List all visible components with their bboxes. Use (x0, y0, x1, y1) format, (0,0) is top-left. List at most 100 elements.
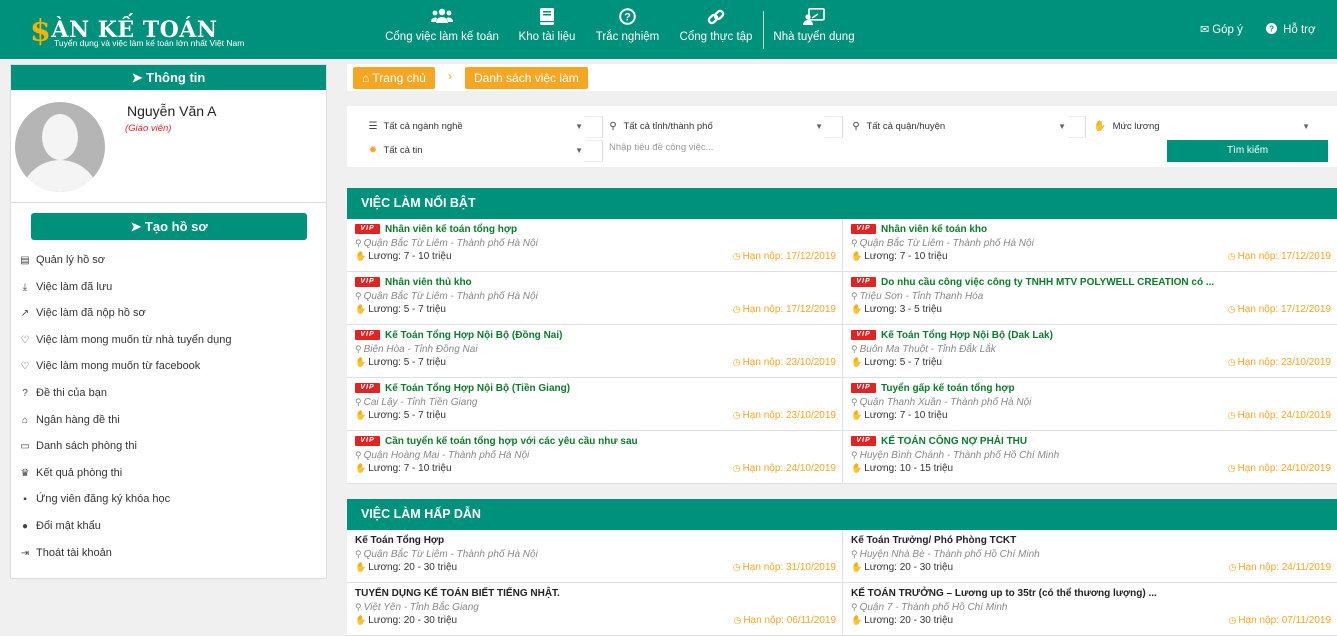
job-deadline: ◷ Hạn nộp: 17/12/2019 (1227, 251, 1331, 262)
breadcrumb-current[interactable]: Danh sách việc làm (465, 67, 588, 89)
clock-icon: ◷ (1228, 562, 1237, 572)
field-separator (825, 116, 843, 138)
news-type-select[interactable]: ✹ Tất cả tin ▼ (365, 140, 585, 162)
job-location: ⚲ Quận Bắc Từ Liêm - Thành phố Hà Nội (355, 238, 538, 249)
user-board-icon: ▪ (23, 494, 27, 506)
clock-icon: ◷ (1227, 357, 1236, 367)
job-title[interactable]: VIP Kế Toán Tổng Hợp Nội Bộ (Dak Lak) (851, 330, 1053, 341)
job-location: ⚲ Buôn Ma Thuột - Tỉnh Đắk Lắk (851, 344, 996, 355)
job-salary: ✋ Lương: 10 - 15 triệu (851, 463, 954, 474)
map-marker-icon: ⚲ (851, 344, 858, 354)
job-title[interactable]: VIP Do nhu cầu công việc công ty TNHH MTV… (851, 277, 1214, 288)
sidebar-item-wished-jobs-employer[interactable]: ♡ Việc làm mong muốn từ nhà tuyển dụng (17, 327, 317, 354)
vip-badge: VIP (851, 224, 876, 235)
nav-separator (763, 11, 764, 49)
clock-icon: ◷ (1227, 304, 1236, 314)
job-title[interactable]: VIP Nhân viên thủ kho (355, 277, 472, 288)
job-card[interactable]: VIP Do nhu cầu công việc công ty TNHH MTV… (842, 272, 1337, 325)
nav-internship[interactable]: Cổng thực tập (678, 8, 754, 52)
job-card[interactable]: TUYỂN DỤNG KẾ TOÁN BIẾT TIẾNG NHẬT. ⚲ Việt… (347, 583, 842, 636)
sidebar-item-logout[interactable]: ⇥ Thoát tài khoản (17, 540, 317, 567)
job-title[interactable]: VIP KẾ TOÁN CÔNG NỢ PHẢI THU (851, 436, 1027, 447)
sidebar-item-change-password[interactable]: ● Đổi mật khẩu (17, 513, 317, 540)
sidebar-item-exam-results[interactable]: ♛ Kết quả phòng thi (17, 460, 317, 487)
avatar[interactable] (15, 102, 105, 192)
job-card[interactable]: VIP Kế Toán Tổng Hợp Nội Bộ (Tiền Giang) ⚲… (347, 378, 842, 431)
job-card[interactable]: VIP Cần tuyển kế toán tổng hợp với các yê… (347, 431, 842, 484)
job-card[interactable]: Kế Toán Trưởng/ Phó Phòng TCKT ⚲ Huyện Nhà… (842, 530, 1337, 583)
keyword-input[interactable]: Nhập tiêu đề công việc... (609, 142, 714, 153)
sidebar-item-wished-jobs-facebook[interactable]: ♡ Việc làm mong muốn từ facebook (17, 353, 317, 380)
money-hand-icon: ✋ (851, 615, 863, 625)
job-title[interactable]: VIP Cần tuyển kế toán tổng hợp với các yê… (355, 436, 638, 447)
search-button[interactable]: Tìm kiếm (1167, 140, 1328, 162)
sidebar-item-saved-jobs[interactable]: ⤓ Việc làm đã lưu (17, 274, 317, 301)
job-title[interactable]: VIP Kế Toán Tổng Hợp Nội Bộ (Đồng Nai) (355, 330, 562, 341)
job-card[interactable]: VIP Nhân viên thủ kho ⚲ Quận Bắc Từ Liêm - … (347, 272, 842, 325)
industry-select[interactable]: ☰ Tất cả ngành nghề ▼ (365, 116, 585, 138)
job-card[interactable]: KẾ TOÁN TRƯỞNG – Lương up to 35tr (có th… (842, 583, 1337, 636)
map-marker-icon: ⚲ (355, 238, 362, 248)
home-icon: ⌂ (362, 71, 373, 85)
job-title[interactable]: TUYỂN DỤNG KẾ TOÁN BIẾT TIẾNG NHẬT. (355, 588, 560, 599)
share-icon: ↗ (20, 308, 30, 320)
job-title[interactable]: VIP Tuyển gấp kế toán tổng hợp (851, 383, 1015, 394)
job-location: ⚲ Quận 7 - Thành phố Hồ Chí Minh (851, 602, 1008, 613)
sidebar-header: ➤ Thông tin (11, 65, 326, 90)
envelope-icon: ✉ (1200, 24, 1210, 36)
vip-badge: VIP (355, 330, 380, 341)
job-salary: ✋ Lương: 7 - 10 triệu (851, 251, 948, 262)
nav-quiz[interactable]: ? Trắc nghiệm (594, 8, 661, 52)
job-title[interactable]: VIP Nhân viên kế toán tổng hợp (355, 224, 517, 235)
featured-jobs-title: VIỆC LÀM NỔI BẬT (347, 188, 1337, 219)
featured-jobs-panel: VIỆC LÀM NỔI BẬT VIP Nhân viên kế toán tổ… (347, 188, 1337, 484)
job-card[interactable]: VIP KẾ TOÁN CÔNG NỢ PHẢI THU ⚲ Huyện Bình C… (842, 431, 1337, 484)
job-card[interactable]: VIP Kế Toán Tổng Hợp Nội Bộ (Đồng Nai) ⚲ Bi… (347, 325, 842, 378)
sign-out-icon: ⇥ (20, 547, 30, 559)
sidebar-item-exam-bank[interactable]: ⌂ Ngân hàng đề thi (17, 407, 317, 434)
clock-icon: ◷ (1228, 615, 1237, 625)
nav-employer[interactable]: Nhà tuyển dụng (772, 8, 856, 52)
map-marker-icon: ⚲ (851, 291, 858, 301)
breadcrumb-home[interactable]: ⌂ Trang chủ (353, 67, 435, 89)
job-title[interactable]: KẾ TOÁN TRƯỞNG – Lương up to 35tr (có th… (851, 588, 1157, 599)
clock-icon: ◷ (733, 615, 742, 625)
feedback-link[interactable]: ✉ Góp ý (1200, 23, 1243, 36)
job-title[interactable]: Kế Toán Tổng Hợp (355, 535, 444, 546)
caret-down-icon: ▼ (1058, 122, 1066, 131)
job-salary: ✋ Lương: 20 - 30 triệu (851, 615, 954, 626)
job-card[interactable]: VIP Tuyển gấp kế toán tổng hợp ⚲ Quận Thanh… (842, 378, 1337, 431)
job-title[interactable]: VIP Kế Toán Tổng Hợp Nội Bộ (Tiền Giang) (355, 383, 570, 394)
nav-job-portal[interactable]: Cổng việc làm kế toán (384, 8, 500, 52)
job-card[interactable]: Kế Toán Tổng Hợp ⚲ Quận Bắc Từ Liêm - Thàn… (347, 530, 842, 583)
clock-icon: ◷ (732, 357, 741, 367)
money-hand-icon: ✋ (355, 615, 367, 625)
job-card[interactable]: VIP Nhân viên kế toán tổng hợp ⚲ Quận Bắc T… (347, 219, 842, 272)
sidebar-item-manage-profile[interactable]: ▤ Quản lý hồ sơ (17, 247, 317, 274)
support-link[interactable]: ? Hỗ trợ (1266, 23, 1316, 36)
nav-documents[interactable]: Kho tài liệu (516, 8, 578, 52)
city-select[interactable]: ⚲ Tất cả tỉnh/thành phố ▼ (605, 116, 825, 138)
map-marker-icon: ⚲ (851, 602, 858, 612)
salary-select[interactable]: ✋ Mức lương ▼ (1092, 116, 1312, 138)
vip-badge: VIP (355, 436, 380, 447)
job-location: ⚲ Huyện Nhà Bè - Thành phố Hồ Chí Minh (851, 549, 1040, 560)
sidebar-item-applied-jobs[interactable]: ↗ Việc làm đã nộp hồ sơ (17, 300, 317, 327)
job-deadline: ◷ Hạn nộp: 24/10/2019 (1227, 463, 1331, 474)
job-title[interactable]: VIP Nhân viên kế toán kho (851, 224, 987, 235)
site-logo[interactable]: $ÀN KẾ TOÁN Tuyển dụng và việc làm kế to… (30, 10, 260, 50)
profile-sidebar: ➤ Thông tin Nguyễn Văn A (Giáo viên) ➤ T… (10, 64, 327, 579)
job-title[interactable]: Kế Toán Trưởng/ Phó Phòng TCKT (851, 535, 1016, 546)
map-marker-icon: ⚲ (851, 238, 858, 248)
money-hand-icon: ✋ (851, 304, 863, 314)
district-select[interactable]: ⚲ Tất cả quận/huyện ▼ (848, 116, 1068, 138)
sidebar-item-my-exams[interactable]: ? Đề thi của bạn (17, 380, 317, 407)
create-profile-button[interactable]: ➤ Tạo hồ sơ (31, 213, 307, 240)
sidebar-item-course-applicants[interactable]: ▪ Ứng viên đăng ký khóa học (17, 486, 317, 513)
job-card[interactable]: VIP Kế Toán Tổng Hợp Nội Bộ (Dak Lak) ⚲ Buô… (842, 325, 1337, 378)
map-marker-icon: ⚲ (355, 450, 362, 460)
job-deadline: ◷ Hạn nộp: 24/10/2019 (732, 463, 836, 474)
job-card[interactable]: VIP Nhân viên kế toán kho ⚲ Quận Bắc Từ Liê… (842, 219, 1337, 272)
job-deadline: ◷ Hạn nộp: 17/12/2019 (1227, 304, 1331, 315)
sidebar-item-exam-rooms[interactable]: ▭ Danh sách phòng thi (17, 433, 317, 460)
